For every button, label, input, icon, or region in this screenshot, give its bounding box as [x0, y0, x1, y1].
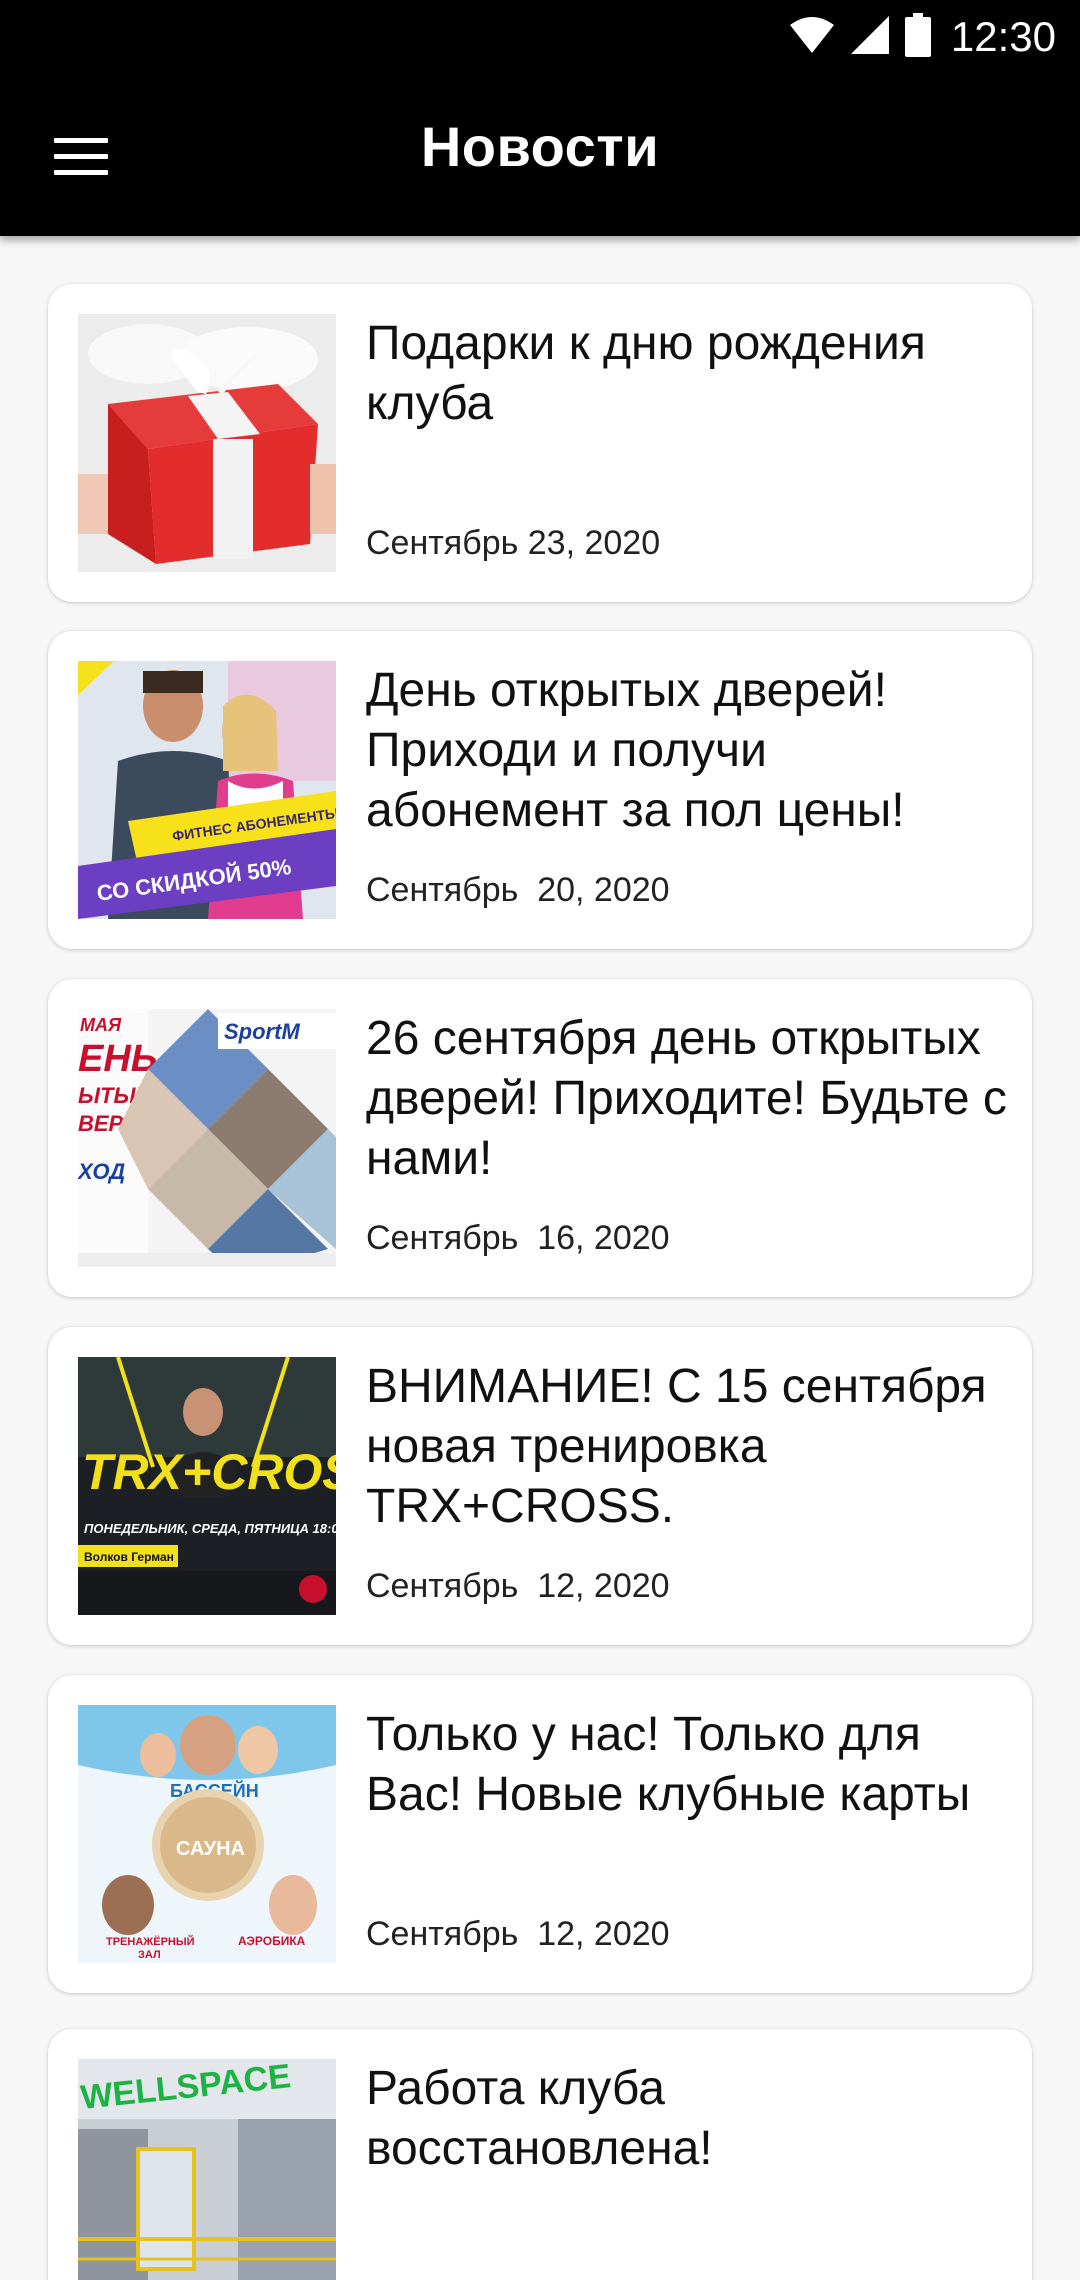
- news-title: Только у нас! Только для Вас! Новые клуб…: [366, 1708, 971, 1821]
- svg-text:АЭРОБИКА: АЭРОБИКА: [238, 1934, 306, 1948]
- club-cards-image: БАССЕЙН САУНА ТРЕНАЖЁРНЫЙ ЗАЛ АЭРОБИКА: [78, 1705, 336, 1963]
- news-card[interactable]: Подарки к дню рождения клуба Сентябрь 23…: [48, 284, 1032, 602]
- news-title: День открытых дверей! Приходи и получи а…: [366, 664, 905, 837]
- news-card[interactable]: WELLSPACE Работа клуба восстановлена!: [48, 2029, 1032, 2280]
- svg-text:МАЯ: МАЯ: [80, 1015, 122, 1035]
- news-card[interactable]: TRX+CROSS ПОНЕДЕЛЬНИК, СРЕДА, ПЯТНИЦА 18…: [48, 1327, 1032, 1645]
- svg-text:САУНА: САУНА: [176, 1838, 245, 1860]
- wellspace-building-image: WELLSPACE: [78, 2059, 336, 2280]
- fitness-discount-image: ФИТНЕС АБОНЕМЕНТЫ СО СКИДКОЙ 50%: [78, 661, 336, 919]
- svg-text:ЗАЛ: ЗАЛ: [138, 1949, 161, 1961]
- svg-text:Волков Герман: Волков Герман: [84, 1550, 174, 1564]
- svg-text:ХОД: ХОД: [78, 1159, 125, 1184]
- svg-text:SportM: SportM: [224, 1019, 300, 1044]
- news-title: Подарки к дню рождения клуба: [366, 317, 926, 430]
- news-date: Сентябрь 16, 2020: [366, 1219, 670, 1257]
- news-feed[interactable]: Подарки к дню рождения клуба Сентябрь 23…: [0, 236, 1080, 2280]
- status-bar: 12:30: [0, 0, 1080, 74]
- gift-box-image: [78, 314, 336, 572]
- signal-icon: [849, 14, 891, 60]
- svg-text:ТРЕНАЖЁРНЫЙ: ТРЕНАЖЁРНЫЙ: [106, 1935, 195, 1948]
- news-date: Сентябрь 20, 2020: [366, 871, 670, 909]
- news-date: Сентябрь 23, 2020: [366, 524, 661, 562]
- open-day-collage-image: МАЯ ЕНЬ ЫТЫХ ВЕРЕЙ ХОД SportM: [78, 1009, 336, 1267]
- status-icons: 12:30: [789, 10, 1056, 64]
- status-time: 12:30: [950, 13, 1056, 60]
- battery-icon: [904, 13, 931, 61]
- news-date: Сентябрь 12, 2020: [366, 1567, 670, 1605]
- news-date: Сентябрь 12, 2020: [366, 1915, 670, 1953]
- app-bar: Новости: [0, 74, 1080, 236]
- wifi-icon: [789, 15, 835, 59]
- news-title: ВНИМАНИЕ! С 15 сентября новая тренировка…: [366, 1360, 987, 1533]
- news-card[interactable]: МАЯ ЕНЬ ЫТЫХ ВЕРЕЙ ХОД SportM 26 сентябр…: [48, 979, 1032, 1297]
- news-card[interactable]: БАССЕЙН САУНА ТРЕНАЖЁРНЫЙ ЗАЛ АЭРОБИКА Т…: [48, 1675, 1032, 1993]
- page-title: Новости: [420, 115, 660, 178]
- news-title: Работа клуба восстановлена!: [366, 2062, 713, 2175]
- news-card[interactable]: ФИТНЕС АБОНЕМЕНТЫ СО СКИДКОЙ 50% День от…: [48, 631, 1032, 949]
- svg-text:TRX+CROSS: TRX+CROSS: [82, 1444, 336, 1500]
- news-title: 26 сентября день открытых дверей! Приход…: [366, 1012, 1007, 1185]
- svg-text:ПОНЕДЕЛЬНИК, СРЕДА, ПЯТНИЦА 18: ПОНЕДЕЛЬНИК, СРЕДА, ПЯТНИЦА 18:00: [84, 1521, 336, 1536]
- trx-cross-image: TRX+CROSS ПОНЕДЕЛЬНИК, СРЕДА, ПЯТНИЦА 18…: [78, 1357, 336, 1615]
